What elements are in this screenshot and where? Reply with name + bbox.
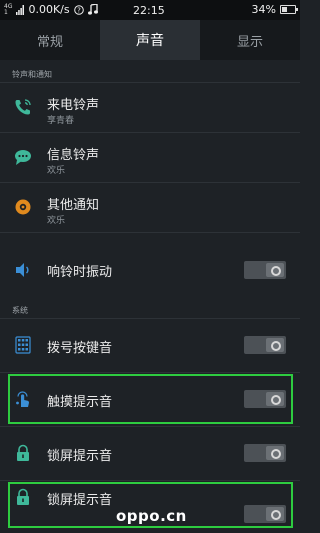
network-indicator: 4G 1 [4, 3, 12, 16]
status-left: 4G 1 0.00K/s ? [4, 3, 98, 16]
music-icon [87, 4, 98, 15]
phone-ring-icon [15, 99, 31, 115]
row-message-ringtone[interactable]: 信息铃声 欢乐 [0, 133, 300, 181]
keypad-icon [15, 336, 31, 354]
battery-percent: 34% [251, 3, 276, 16]
dial-keypad-tone-label: 拨号按键音 [47, 341, 113, 356]
settings-tabs: 常规 声音 显示 [0, 20, 300, 60]
status-time: 22:15 [133, 4, 165, 17]
row-other-notification[interactable]: 其他通知 欢乐 [0, 183, 300, 231]
incoming-call-value: 享青春 [47, 116, 75, 126]
message-ringtone-label: 信息铃声 [47, 148, 100, 163]
help-icon: ? [73, 4, 84, 15]
signal-icon [16, 4, 25, 15]
status-right: 34% [251, 3, 298, 16]
network-speed: 0.00K/s [28, 3, 70, 16]
incoming-call-label: 来电铃声 [47, 98, 100, 113]
row-lock-screen-tone[interactable]: 锁屏提示音 [0, 427, 300, 479]
row-incoming-call[interactable]: 来电铃声 享青春 [0, 83, 300, 131]
highlight-box-touch-tone [8, 374, 293, 424]
row-dial-keypad-tone[interactable]: 拨号按键音 [0, 319, 300, 371]
vibrate-on-ring-label: 响铃时振动 [47, 265, 113, 280]
sim-slot: 1 [4, 8, 8, 16]
lock-screen-tone-toggle[interactable] [244, 444, 286, 462]
row-vibrate-on-ring[interactable]: 响铃时振动 [0, 233, 300, 297]
tab-general[interactable]: 常规 [0, 20, 100, 60]
section-header-system: 系统 [12, 306, 28, 315]
lock-screen-tone-label: 锁屏提示音 [47, 449, 113, 464]
other-notification-label: 其他通知 [47, 198, 100, 213]
svg-text:?: ? [77, 6, 81, 14]
lock-icon [17, 444, 29, 461]
battery-icon [280, 5, 298, 14]
tab-display[interactable]: 显示 [200, 20, 300, 60]
notification-icon [15, 199, 31, 215]
dial-keypad-tone-toggle[interactable] [244, 336, 286, 354]
message-icon [15, 150, 31, 165]
status-bar: 4G 1 0.00K/s ? 22:15 34% [0, 0, 300, 20]
watermark: oppo.cn [116, 507, 187, 525]
other-notification-value: 欢乐 [47, 216, 66, 226]
speaker-icon [16, 263, 29, 277]
tab-sound[interactable]: 声音 [100, 20, 200, 60]
vibrate-on-ring-toggle[interactable] [244, 261, 286, 279]
section-header-ringtones: 铃声和通知 [12, 70, 52, 79]
message-ringtone-value: 欢乐 [47, 166, 66, 176]
